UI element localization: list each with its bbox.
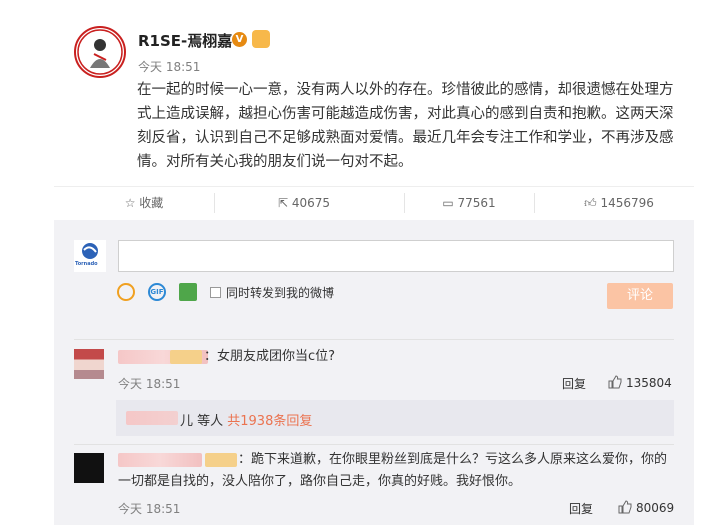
user-avatar[interactable] (74, 26, 126, 78)
post-time[interactable]: 今天 18:51 (138, 58, 200, 75)
star-icon: ☆ (124, 196, 140, 210)
forward-icon: ⇱ (277, 196, 292, 210)
sub-replies-box[interactable]: 儿 等人 共1938条回复 (116, 400, 674, 436)
comment-button[interactable]: ▭ 77561 (404, 187, 534, 219)
sub-replies-summary: 儿 等人 共1938条回复 (180, 414, 313, 429)
emoji-icon[interactable] (117, 283, 135, 301)
gif-icon[interactable]: GIF (148, 283, 166, 301)
my-avatar-label: Tornado (75, 261, 98, 267)
comment-divider (74, 444, 674, 445)
comment-avatar[interactable] (74, 453, 104, 483)
forward-button[interactable]: ⇱ 40675 (244, 187, 364, 219)
reply-username[interactable] (126, 411, 178, 425)
image-icon[interactable] (179, 283, 197, 301)
fan-badge (170, 350, 202, 364)
submit-comment-button[interactable]: 评论 (607, 283, 673, 309)
my-avatar[interactable]: Tornado (74, 240, 106, 272)
comment-text: ：跪下来道歉，在你眼里粉丝到底是什么？亏这么多人原来这么爱你，你的一切都是自找的… (118, 452, 668, 489)
comment-divider (74, 339, 674, 340)
post-content: 在一起的时候一心一意，没有两人以外的存在。珍惜彼此的感情，却很遗憾在处理方式上造… (137, 82, 674, 170)
thumb-up-icon (618, 500, 632, 514)
thumb-up-icon: 👍︎ (584, 196, 601, 210)
more-replies-link[interactable]: 共1938条回复 (227, 414, 312, 429)
favorite-button[interactable]: ☆ 收藏 (94, 187, 194, 219)
thumb-up-icon (608, 375, 622, 389)
comment-time[interactable]: 今天 18:51 (118, 500, 180, 517)
forward-checkbox-label: 同时转发到我的微博 (226, 286, 335, 300)
post-action-bar: ☆ 收藏 ⇱ 40675 ▭ 77561 👍︎ 1456796 (54, 186, 694, 218)
comment-time[interactable]: 今天 18:51 (118, 375, 180, 392)
weibo-post: R1SE-焉栩嘉 V 今天 18:51 在一起的时候一心一意，没有两人以外的存在… (0, 0, 712, 531)
vip-badge-icon[interactable] (252, 30, 270, 48)
like-button[interactable]: 👍︎ 1456796 (554, 187, 684, 219)
verified-icon: V (232, 32, 247, 47)
post-username[interactable]: R1SE-焉栩嘉 (138, 30, 232, 51)
forward-checkbox[interactable] (210, 287, 221, 298)
comment-like-button[interactable]: 80069 (618, 500, 674, 515)
reply-button[interactable]: 回复 (569, 500, 593, 517)
comment-avatar[interactable] (74, 349, 104, 379)
comment-like-button[interactable]: 135804 (608, 375, 672, 390)
comment-text: ：女朋友成团你当c位? (204, 349, 336, 364)
reply-button[interactable]: 回复 (562, 375, 586, 392)
comment-icon: ▭ (442, 196, 458, 210)
comment-input[interactable] (118, 240, 674, 272)
